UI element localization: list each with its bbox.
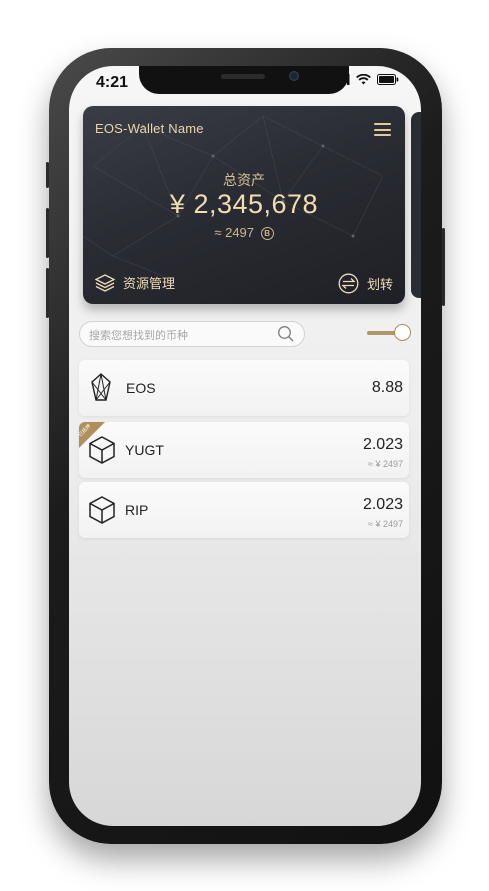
battery-icon (377, 74, 399, 85)
asset-row-yugt[interactable]: 已抵押 YUGT 2.023 ≈ ¥ 2497 (79, 422, 409, 478)
asset-fiat-value: ≈ ¥ 2497 (368, 459, 403, 469)
next-card-peek[interactable] (411, 112, 421, 298)
asset-fiat-value: ≈ ¥ 2497 (368, 519, 403, 529)
volume-up-button (46, 208, 49, 258)
volume-down-button (46, 268, 49, 318)
asset-amount: 2.023 (362, 436, 403, 453)
asset-row-eos[interactable]: EOS 8.88 (79, 360, 409, 416)
status-time: 4:21 (96, 74, 129, 91)
eos-logo-icon (91, 373, 111, 401)
layers-icon (95, 273, 115, 292)
notch (139, 66, 349, 94)
total-assets-btc: ≈ 2497 B (83, 225, 405, 240)
phone-frame: 4:21 EOS-Wallet Name 总资产 ¥ 2,345,678 ≈ 2… (46, 48, 445, 844)
power-button (442, 228, 445, 306)
transfer-icon (338, 273, 359, 294)
total-assets-value: ¥ 2,345,678 (169, 189, 319, 219)
asset-name: RIP (125, 502, 149, 518)
screen: 4:21 EOS-Wallet Name 总资产 ¥ 2,345,678 ≈ 2… (69, 66, 421, 826)
search-icon[interactable] (277, 325, 295, 343)
search-bar[interactable]: 搜索您想找到的币种 (79, 321, 305, 347)
wifi-icon (356, 74, 371, 85)
asset-row-rip[interactable]: RIP 2.023 ≈ ¥ 2497 (79, 482, 409, 538)
asset-amount: 2.023 (362, 496, 403, 513)
cube-icon (89, 436, 115, 464)
total-assets-label: 总资产 (223, 172, 265, 188)
front-camera (289, 71, 299, 81)
asset-name: YUGT (125, 442, 164, 458)
cube-icon (89, 496, 115, 524)
btc-approx-value: ≈ 2497 (214, 225, 255, 240)
speaker (221, 74, 265, 79)
transfer-button[interactable]: 划转 (338, 273, 393, 294)
transfer-label: 划转 (366, 277, 393, 292)
toggle-knob (394, 324, 411, 341)
bitcoin-icon: B (260, 227, 274, 240)
asset-amount: 8.88 (371, 379, 403, 396)
signal-icon (335, 74, 350, 85)
menu-icon[interactable] (374, 123, 391, 136)
asset-name: EOS (126, 380, 156, 396)
status-icons (335, 74, 399, 85)
hide-small-assets-toggle[interactable] (367, 324, 411, 342)
mute-switch (46, 162, 49, 188)
resource-management-label: 资源管理 (123, 276, 176, 291)
wallet-card[interactable]: EOS-Wallet Name 总资产 ¥ 2,345,678 ≈ 2497 B… (83, 106, 405, 304)
resource-management-button[interactable]: 资源管理 (95, 273, 175, 292)
search-input[interactable]: 搜索您想找到的币种 (89, 327, 188, 343)
wallet-name: EOS-Wallet Name (95, 121, 204, 136)
